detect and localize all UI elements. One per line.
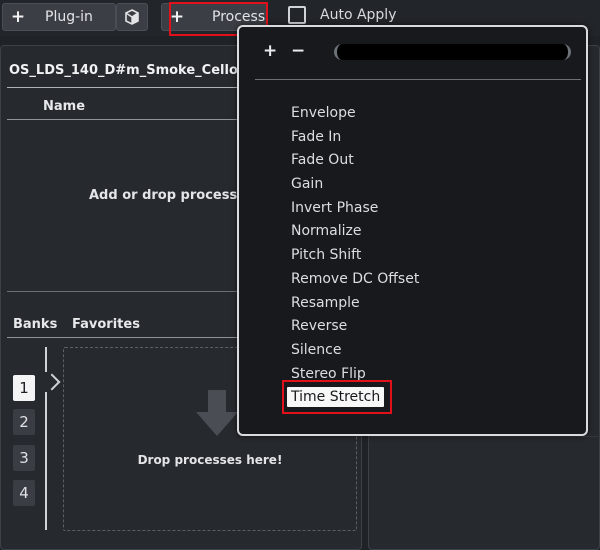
menu-item-stereo-flip[interactable]: Stereo Flip xyxy=(283,363,419,387)
empty-chain-hint: Add or drop processes xyxy=(89,188,254,203)
menu-item-normalize[interactable]: Normalize xyxy=(283,220,419,244)
plus-icon: + xyxy=(169,7,185,27)
add-icon[interactable]: + xyxy=(263,41,277,61)
auto-apply-label: Auto Apply xyxy=(320,7,397,23)
menu-item-fade-out[interactable]: Fade Out xyxy=(283,149,419,173)
plus-icon: + xyxy=(10,7,26,27)
file-title: OS_LDS_140_D#m_Smoke_Cello xyxy=(9,63,238,78)
divider xyxy=(255,79,581,80)
auto-apply-toggle[interactable]: Auto Apply xyxy=(288,6,396,24)
name-column-header: Name xyxy=(43,99,86,114)
divider xyxy=(7,87,247,88)
dropzone-label: Drop processes here! xyxy=(137,453,283,467)
divider xyxy=(7,119,247,120)
search-input[interactable] xyxy=(334,44,571,60)
menu-item-silence[interactable]: Silence xyxy=(283,339,419,363)
plugin-button[interactable]: + Plug-in xyxy=(2,3,116,31)
remove-icon[interactable]: − xyxy=(291,41,305,61)
menu-item-gain[interactable]: Gain xyxy=(283,173,419,197)
cube-button[interactable] xyxy=(116,3,148,31)
process-menu-popup: + − Envelope Fade In Fade Out Gain Inver… xyxy=(237,25,588,436)
menu-item-envelope[interactable]: Envelope xyxy=(283,102,419,126)
tab-favorites[interactable]: Favorites xyxy=(72,317,140,332)
bank-button-4[interactable]: 4 xyxy=(13,480,35,506)
menu-item-reverse[interactable]: Reverse xyxy=(283,315,419,339)
divider xyxy=(368,436,600,437)
menu-item-fade-in[interactable]: Fade In xyxy=(283,126,419,150)
cube-icon xyxy=(125,9,139,25)
tab-banks[interactable]: Banks xyxy=(13,317,57,332)
process-button-label: Process xyxy=(212,9,266,25)
plugin-button-label: Plug-in xyxy=(45,9,93,25)
bank-button-2[interactable]: 2 xyxy=(13,409,35,435)
arrow-down-icon xyxy=(196,390,238,436)
auto-apply-checkbox[interactable] xyxy=(288,6,306,24)
divider xyxy=(7,291,247,292)
menu-item-invert-phase[interactable]: Invert Phase xyxy=(283,197,419,221)
process-list: Envelope Fade In Fade Out Gain Invert Ph… xyxy=(283,102,419,410)
divider xyxy=(7,337,247,338)
menu-item-resample[interactable]: Resample xyxy=(283,292,419,316)
menu-item-remove-dc-offset[interactable]: Remove DC Offset xyxy=(283,268,419,292)
menu-item-pitch-shift[interactable]: Pitch Shift xyxy=(283,244,419,268)
bank-button-3[interactable]: 3 xyxy=(13,445,35,471)
menu-item-time-stretch[interactable]: Time Stretch xyxy=(283,386,419,410)
bank-button-1[interactable]: 1 xyxy=(13,375,35,401)
